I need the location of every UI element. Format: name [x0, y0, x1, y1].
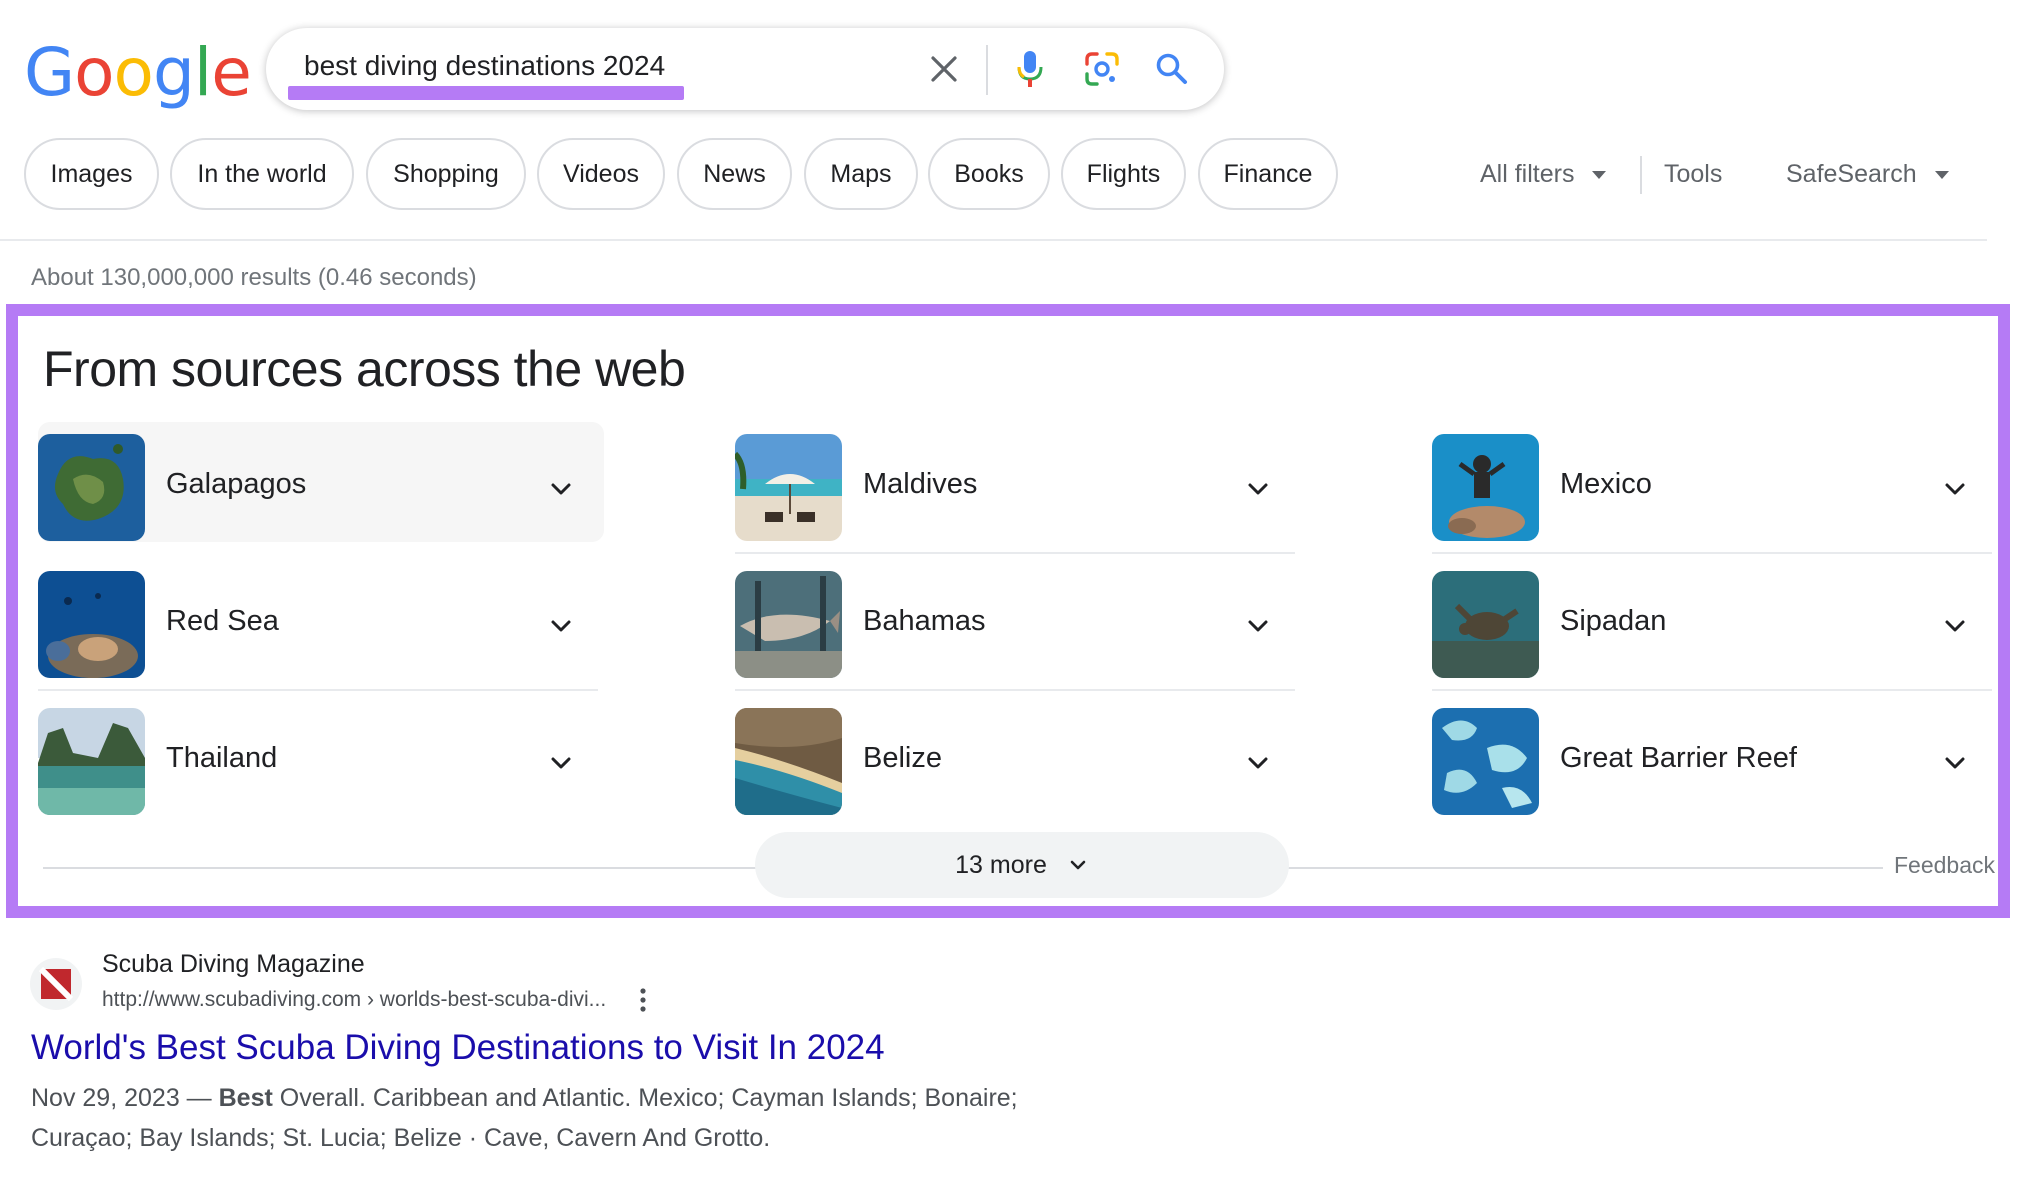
dropdown-caret-icon — [1592, 171, 1607, 180]
chip-books[interactable]: Books — [928, 138, 1050, 210]
chevron-down-icon[interactable] — [1243, 748, 1273, 778]
destination-item[interactable]: Maldives — [735, 422, 1295, 554]
chevron-down-icon[interactable] — [1940, 748, 1970, 778]
result-snippet: Nov 29, 2023 — Best Overall. Caribbean a… — [31, 1084, 1018, 1113]
close-icon[interactable] — [920, 45, 968, 93]
google-logo[interactable]: Google — [24, 34, 252, 111]
result-snippet-line: Curaçao; Bay Islands; St. Lucia; Belize … — [31, 1124, 771, 1152]
feedback-link[interactable]: Feedback — [1894, 852, 1995, 879]
item-separator — [735, 689, 1295, 691]
chevron-down-icon[interactable] — [1243, 611, 1273, 641]
destination-thumbnail — [1432, 571, 1539, 678]
result-date: Nov 29, 2023 — — [31, 1084, 212, 1112]
show-more-button[interactable]: 13 more — [755, 832, 1289, 898]
logo-letter: e — [211, 34, 252, 111]
search-divider — [986, 45, 988, 95]
safesearch-label: SafeSearch — [1786, 160, 1917, 188]
logo-letter: g — [152, 34, 195, 111]
destination-item[interactable]: Belize — [735, 696, 1295, 816]
site-name[interactable]: Scuba Diving Magazine — [102, 950, 365, 979]
result-stats: About 130,000,000 results (0.46 seconds) — [31, 264, 477, 291]
chevron-down-icon — [1070, 860, 1086, 870]
destination-label: Bahamas — [863, 605, 986, 637]
logo-letter: o — [74, 34, 114, 111]
logo-letter: o — [113, 34, 154, 111]
more-options-icon[interactable] — [636, 986, 650, 1014]
site-url[interactable]: http://www.scubadiving.com › worlds-best… — [102, 988, 606, 1012]
destination-item[interactable]: Thailand — [38, 696, 598, 816]
chip-videos[interactable]: Videos — [537, 138, 665, 210]
chevron-down-icon[interactable] — [1243, 474, 1273, 504]
search-icon[interactable] — [1148, 45, 1196, 93]
site-favicon — [30, 958, 82, 1010]
chip-images[interactable]: Images — [24, 138, 159, 210]
destination-label: Belize — [863, 742, 942, 774]
destination-thumbnail — [38, 708, 145, 815]
chevron-down-icon[interactable] — [546, 748, 576, 778]
snippet-bold: Best — [218, 1084, 273, 1112]
panel-title: From sources across the web — [43, 341, 686, 397]
destination-label: Great Barrier Reef — [1560, 742, 1797, 774]
chip-shopping[interactable]: Shopping — [366, 138, 526, 210]
destination-thumbnail — [38, 571, 145, 678]
logo-letter: G — [24, 34, 75, 111]
destination-label: Sipadan — [1560, 605, 1667, 637]
all-filters-button[interactable]: All filters — [1480, 160, 1607, 189]
all-filters-label: All filters — [1480, 160, 1575, 188]
item-separator — [735, 552, 1295, 554]
chip-in-the-world[interactable]: In the world — [170, 138, 354, 210]
destination-item[interactable]: Great Barrier Reef — [1432, 696, 1992, 816]
snippet-text: Overall. Caribbean and Atlantic. Mexico;… — [272, 1084, 1018, 1112]
destination-label: Galapagos — [166, 468, 307, 500]
destination-label: Thailand — [166, 742, 278, 774]
query-highlight-underline — [288, 86, 684, 100]
lens-icon[interactable] — [1078, 45, 1126, 93]
destination-item[interactable]: Red Sea — [38, 559, 598, 691]
header-divider — [0, 239, 1987, 241]
sources-across-web-panel: From sources across the web Galapagos Ma… — [6, 304, 2010, 918]
chevron-down-icon[interactable] — [1940, 474, 1970, 504]
chevron-down-icon[interactable] — [1940, 611, 1970, 641]
result-title-link[interactable]: World's Best Scuba Diving Destinations t… — [31, 1028, 885, 1068]
destination-label: Maldives — [863, 468, 978, 500]
chip-finance[interactable]: Finance — [1198, 138, 1338, 210]
destination-thumbnail — [735, 708, 842, 815]
tools-button[interactable]: Tools — [1664, 160, 1722, 189]
destination-thumbnail — [38, 434, 145, 541]
chevron-down-icon[interactable] — [546, 474, 576, 504]
destination-thumbnail — [735, 571, 842, 678]
destination-item[interactable]: Mexico — [1432, 422, 1992, 554]
safesearch-button[interactable]: SafeSearch — [1786, 160, 1949, 189]
tools-divider — [1640, 156, 1642, 194]
search-box[interactable]: best diving destinations 2024 — [266, 28, 1224, 110]
search-input[interactable]: best diving destinations 2024 — [304, 50, 665, 82]
chip-news[interactable]: News — [677, 138, 792, 210]
chip-flights[interactable]: Flights — [1061, 138, 1186, 210]
item-separator — [1432, 689, 1992, 691]
mic-icon[interactable] — [1006, 45, 1054, 93]
dropdown-caret-icon — [1934, 171, 1949, 180]
item-separator — [1432, 552, 1992, 554]
chip-maps[interactable]: Maps — [804, 138, 918, 210]
destination-label: Mexico — [1560, 468, 1652, 500]
logo-letter: l — [193, 34, 212, 111]
destination-item[interactable]: Sipadan — [1432, 559, 1992, 691]
destination-thumbnail — [1432, 708, 1539, 815]
destination-thumbnail — [1432, 434, 1539, 541]
destination-item[interactable]: Galapagos — [38, 422, 604, 542]
show-more-label: 13 more — [955, 850, 1047, 879]
destination-item[interactable]: Bahamas — [735, 559, 1295, 691]
destination-thumbnail — [735, 434, 842, 541]
destination-label: Red Sea — [166, 605, 279, 637]
item-separator — [38, 689, 598, 691]
chevron-down-icon[interactable] — [546, 611, 576, 641]
